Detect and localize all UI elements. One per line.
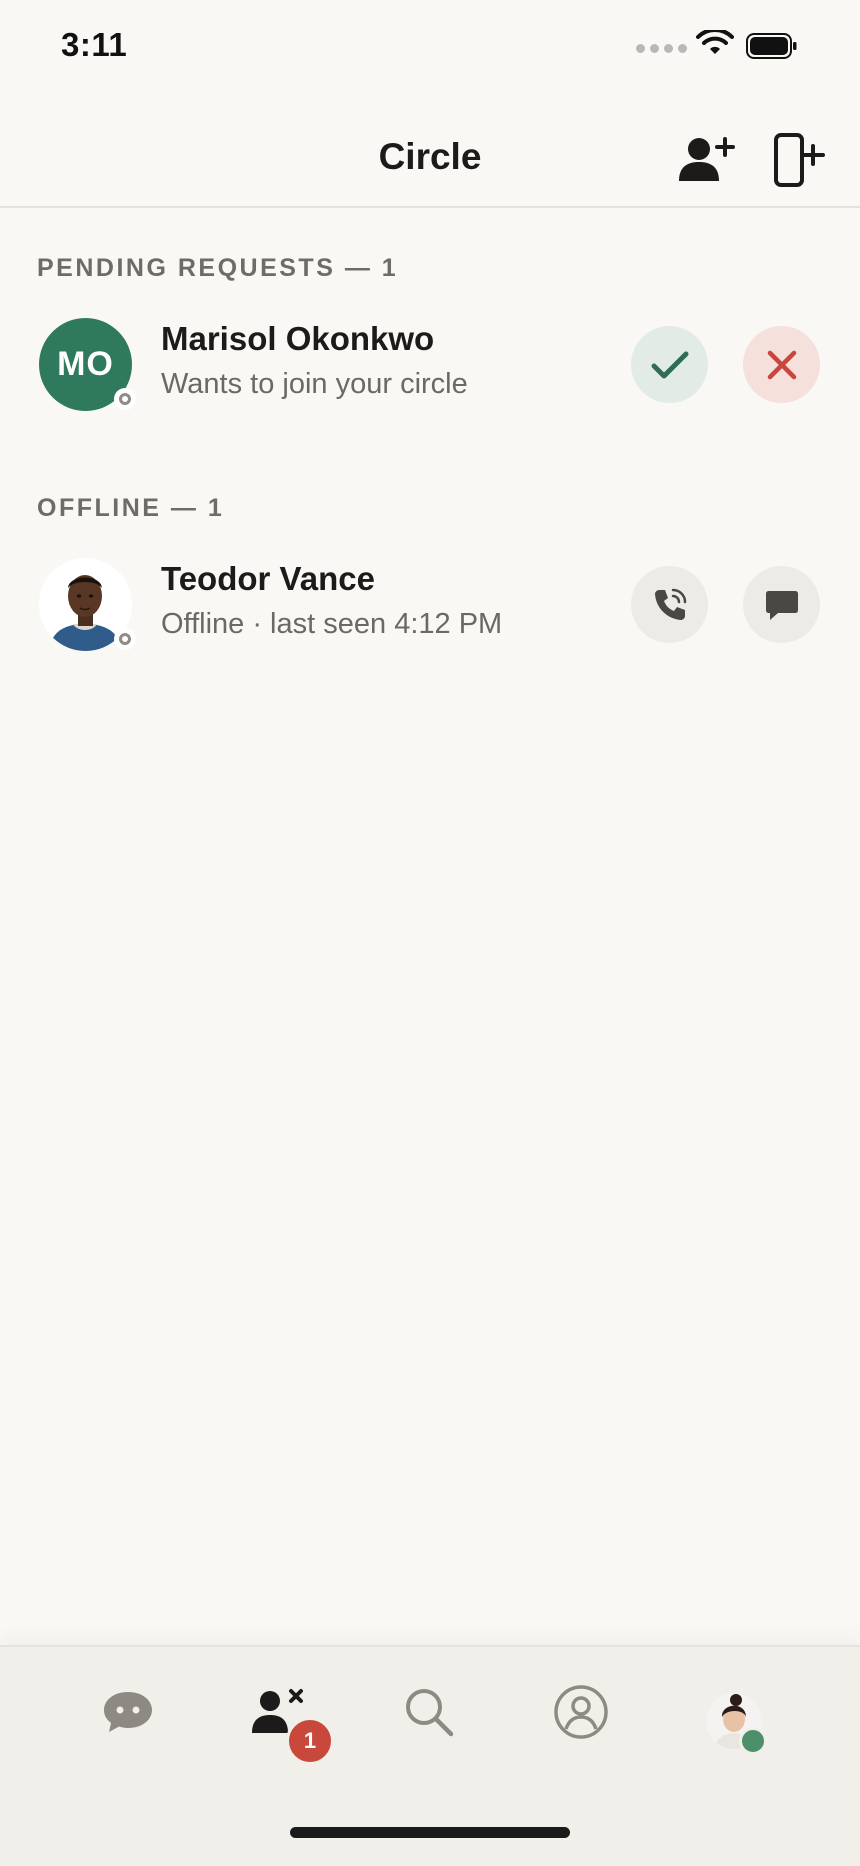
home-indicator bbox=[290, 1827, 570, 1838]
tab-search[interactable] bbox=[394, 1677, 464, 1747]
pending-section-header: PENDING REQUESTS — 1 bbox=[37, 254, 399, 282]
phone-icon bbox=[654, 588, 686, 620]
search-icon bbox=[406, 1689, 454, 1737]
offline-section-header: OFFLINE — 1 bbox=[37, 494, 225, 522]
avatar: MO bbox=[39, 318, 136, 411]
device-add-icon bbox=[774, 133, 825, 187]
add-device-button[interactable] bbox=[770, 130, 830, 190]
contact-subtitle: Wants to join your circle bbox=[161, 368, 468, 400]
close-icon bbox=[767, 350, 796, 379]
presence-indicator bbox=[114, 628, 136, 650]
status-bar: 3:11 bbox=[0, 0, 860, 92]
presence-indicator bbox=[114, 388, 136, 410]
tab-bar: 1 bbox=[0, 1645, 860, 1866]
decline-request-button[interactable] bbox=[743, 326, 820, 403]
person-add-icon bbox=[679, 137, 735, 181]
status-time: 3:11 bbox=[61, 26, 128, 63]
user-circle-icon bbox=[554, 1685, 608, 1739]
contact-name: Marisol Okonkwo bbox=[161, 320, 435, 357]
contact-name: Teodor Vance bbox=[161, 560, 375, 597]
chat-bubble-icon bbox=[104, 1692, 152, 1732]
tab-profile[interactable] bbox=[546, 1677, 616, 1747]
pending-request-row[interactable]: MO Marisol Okonkwo Wants to join your ci… bbox=[0, 318, 860, 428]
online-status-indicator bbox=[739, 1727, 767, 1755]
signal-dots-icon bbox=[636, 44, 687, 53]
nav-header: Circle bbox=[0, 92, 860, 208]
wifi-icon bbox=[696, 30, 734, 54]
notification-badge: 1 bbox=[286, 1717, 334, 1765]
checkmark-icon bbox=[651, 351, 688, 378]
contact-row[interactable]: Teodor Vance Offline · last seen 4:12 PM bbox=[0, 558, 860, 668]
accept-request-button[interactable] bbox=[631, 326, 708, 403]
battery-icon bbox=[746, 33, 797, 59]
contact-subtitle: Offline · last seen 4:12 PM bbox=[161, 608, 503, 640]
message-icon bbox=[765, 590, 798, 620]
call-button[interactable] bbox=[631, 566, 708, 643]
tab-chats[interactable] bbox=[93, 1677, 163, 1747]
avatar bbox=[39, 558, 136, 651]
message-button[interactable] bbox=[743, 566, 820, 643]
add-contact-button[interactable] bbox=[676, 130, 736, 190]
